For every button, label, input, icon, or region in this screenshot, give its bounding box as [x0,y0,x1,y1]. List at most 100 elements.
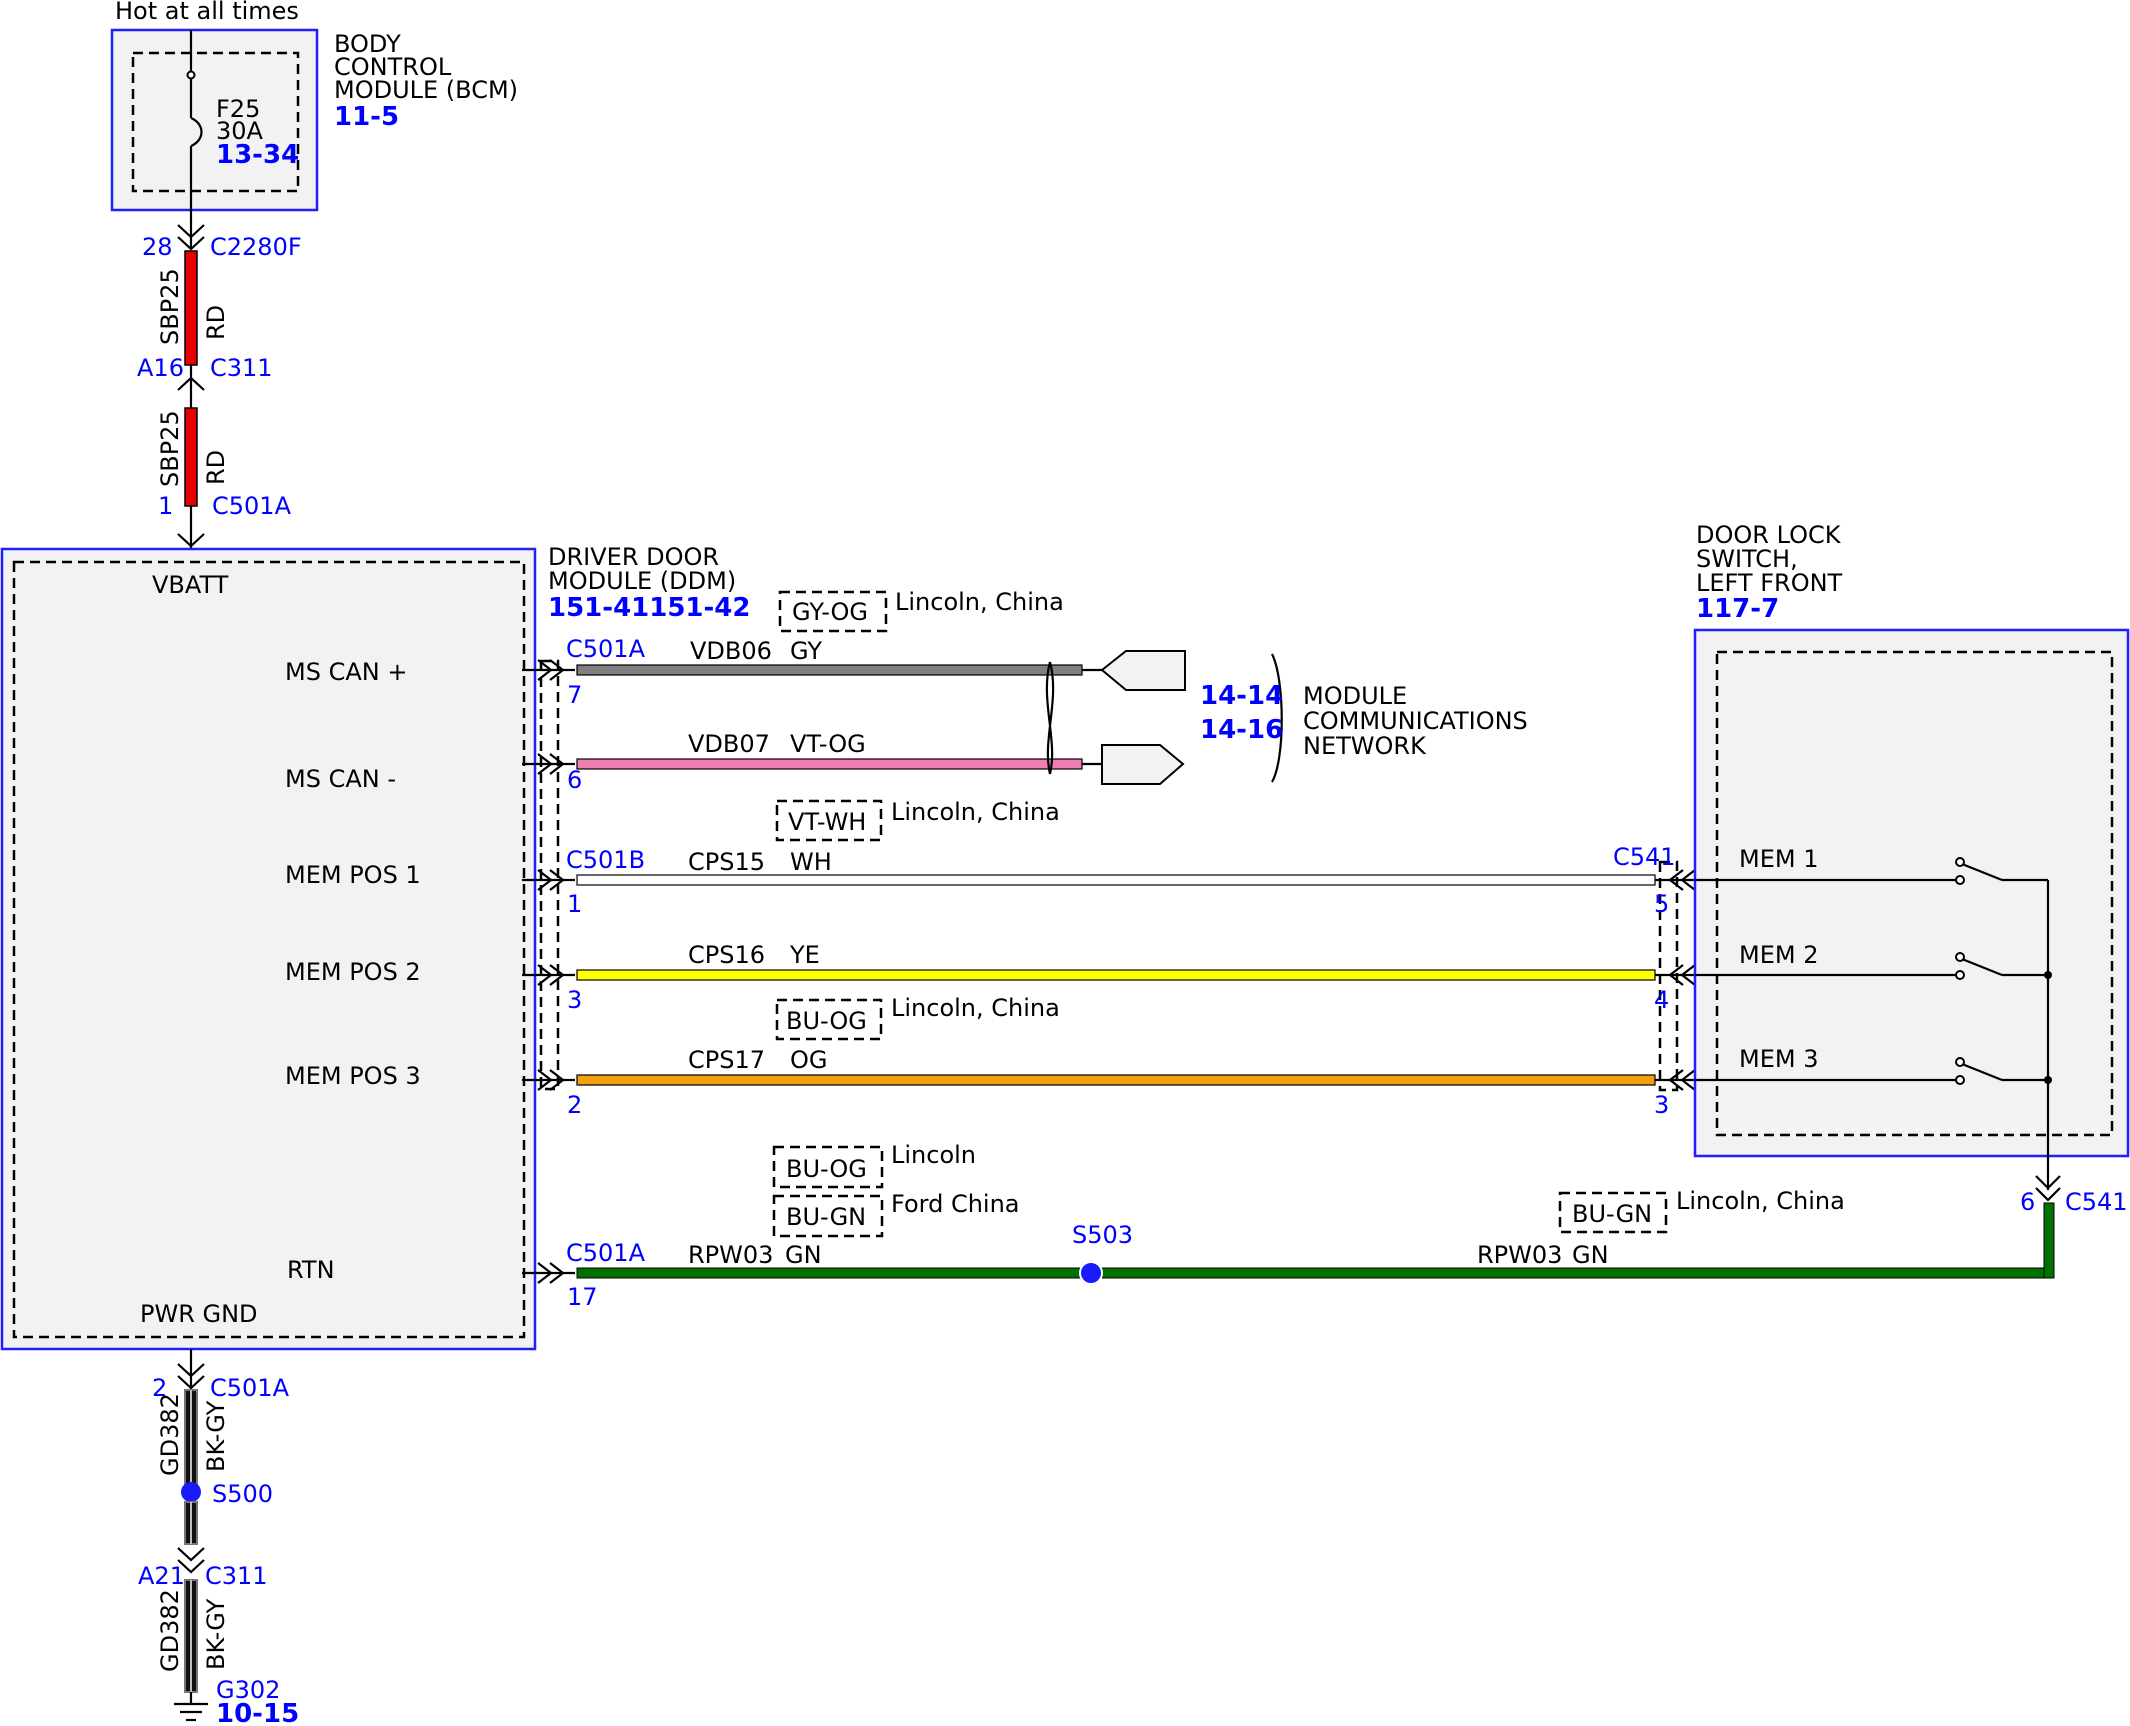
switch-mem-2: MEM 2 [1739,941,1818,969]
splice-s500-name: S500 [212,1480,273,1508]
wire-vdb06-circuit: VDB06 [690,637,772,665]
variant-bu-og-note: Lincoln, China [891,994,1060,1022]
wire-sbp25-upper [184,250,198,366]
wire-vdb06-pin: 7 [567,681,582,709]
wire-vdb06-color: GY [790,637,822,665]
ddm-pin-mem-pos-2: MEM POS 2 [285,958,421,986]
bcm-title-3: MODULE (BCM) [334,76,518,104]
wire-vdb07-circuit: VDB07 [688,730,770,758]
gd382-color-1: BK-GY [202,1400,230,1472]
ground-c311-pin: A21 [138,1562,185,1590]
ddm-title-2: MODULE (DDM) [548,567,736,595]
wire-cps17 [576,1074,1656,1086]
wire-vdb06-connector-link[interactable]: C501A [566,635,646,663]
ground-connector-link[interactable]: C501A [210,1374,290,1402]
ddm-box [0,547,537,1351]
wire-cps16-color: YE [789,941,820,969]
network-connector-minus [1101,744,1185,785]
ddm-pin-mem-pos-3: MEM POS 3 [285,1062,421,1090]
wire-cps15-circuit: CPS15 [688,848,765,876]
network-ref-1-link[interactable]: 14-14 [1200,681,1283,711]
wire-vdb07-pin: 6 [567,766,582,794]
switch-junction [2044,971,2052,979]
sbp25-circuit-2: SBP25 [156,410,184,487]
twisted-pair-icon [1045,661,1055,775]
splice-s503-name: S503 [1072,1221,1133,1249]
wire-rpw03-circuit: RPW03 [688,1241,773,1269]
ddm-ref-link[interactable]: 151-41151-42 [548,593,751,623]
ddm-feed-pin: 1 [158,492,173,520]
c541-pin-3: 3 [1654,1091,1669,1119]
wire-cps15-connector-link[interactable]: C501B [566,846,645,874]
sbp25-color-2: RD [202,450,230,485]
variant-vt-wh-code: VT-WH [788,808,866,836]
wire-rpw03-pin: 17 [567,1283,598,1311]
ddm-pin-rtn: RTN [287,1256,335,1284]
bcm-pin: 28 [142,233,173,261]
bcm-box [110,28,319,212]
variant-vt-wh-note: Lincoln, China [891,798,1060,826]
wire-rpw03 [576,1267,2055,1279]
c541-pin-4: 4 [1654,986,1669,1014]
c541-bottom-connector-link[interactable]: C541 [2065,1188,2128,1216]
sbp25-color-1: RD [202,305,230,340]
wire-cps17-circuit: CPS17 [688,1046,765,1074]
ddm-pin-ms-can-minus: MS CAN - [285,765,396,793]
switch-mem-3: MEM 3 [1739,1045,1818,1073]
variant-bu-og-lincoln-note: Lincoln [891,1141,976,1169]
variant-bu-gn-ford-note: Ford China [891,1190,1020,1218]
ground-ref-link[interactable]: 10-15 [216,1699,299,1726]
rpw03-right-circuit: RPW03 [1477,1241,1562,1269]
bcm-connector-link[interactable]: C2280F [210,233,302,261]
sbp25-circuit-1: SBP25 [156,268,184,345]
c541-connector-link[interactable]: C541 [1613,843,1676,871]
gd382-circuit-2: GD382 [156,1589,184,1672]
wire-vdb07 [576,758,1083,770]
bcm-ref-link[interactable]: 11-5 [334,102,399,132]
wire-cps17-pin: 2 [567,1091,582,1119]
splice-s503 [1079,1261,1103,1285]
gd382-circuit-1: GD382 [156,1393,184,1476]
wire-cps16 [576,969,1656,981]
switch-ref-link[interactable]: 117-7 [1696,594,1779,624]
c311-connector-top-link[interactable]: C311 [210,354,273,382]
wire-cps15 [576,874,1656,886]
variant-gy-og-note: Lincoln, China [895,588,1064,616]
network-connector-plus [1100,650,1186,691]
wire-cps16-circuit: CPS16 [688,941,765,969]
wire-vdb06 [576,664,1083,676]
switch-box [1693,628,2130,1158]
c541-pin-5: 5 [1654,890,1669,918]
variant-bu-gn-right-code: BU-GN [1572,1200,1652,1228]
ddm-feed-connector-link[interactable]: C501A [212,492,292,520]
wire-rpw03-color: GN [785,1241,822,1269]
splice-s500 [181,1482,201,1502]
ddm-pin-mem-pos-1: MEM POS 1 [285,861,421,889]
wire-cps17-color: OG [790,1046,828,1074]
wire-sbp25-lower [184,407,198,507]
wire-rpw03-riser [2043,1202,2055,1279]
wire-rpw03-connector-link[interactable]: C501A [566,1239,646,1267]
wiring-diagram: Hot at all times F25 30A 13-34 BODY CONT… [0,0,2130,1726]
ddm-vbatt: VBATT [152,571,229,599]
network-label-2: COMMUNICATIONS [1303,707,1528,735]
c311-pin-top: A16 [137,354,184,382]
fuse-node [186,70,196,80]
variant-bu-og-lincoln-code: BU-OG [786,1155,867,1183]
diagram-canvas: Hot at all times F25 30A 13-34 BODY CONT… [0,0,2130,1726]
variant-bu-gn-right-note: Lincoln, China [1676,1187,1845,1215]
switch-mem-1: MEM 1 [1739,845,1818,873]
gd382-color-2: BK-GY [202,1598,230,1670]
switch-title-3: LEFT FRONT [1696,569,1843,597]
network-ref-2-link[interactable]: 14-16 [1200,715,1283,745]
hot-at-all-times-label: Hot at all times [115,0,299,25]
wire-cps15-color: WH [790,848,832,876]
ddm-pwr-gnd: PWR GND [140,1300,258,1328]
ground-c311-link[interactable]: C311 [205,1562,268,1590]
network-label-3: NETWORK [1303,732,1427,760]
switch-junction [2044,1076,2052,1084]
fuse-ref-link[interactable]: 13-34 [216,140,299,170]
wire-cps16-pin: 3 [567,986,582,1014]
wire-cps15-pin: 1 [567,890,582,918]
variant-bu-gn-ford-code: BU-GN [786,1203,866,1231]
